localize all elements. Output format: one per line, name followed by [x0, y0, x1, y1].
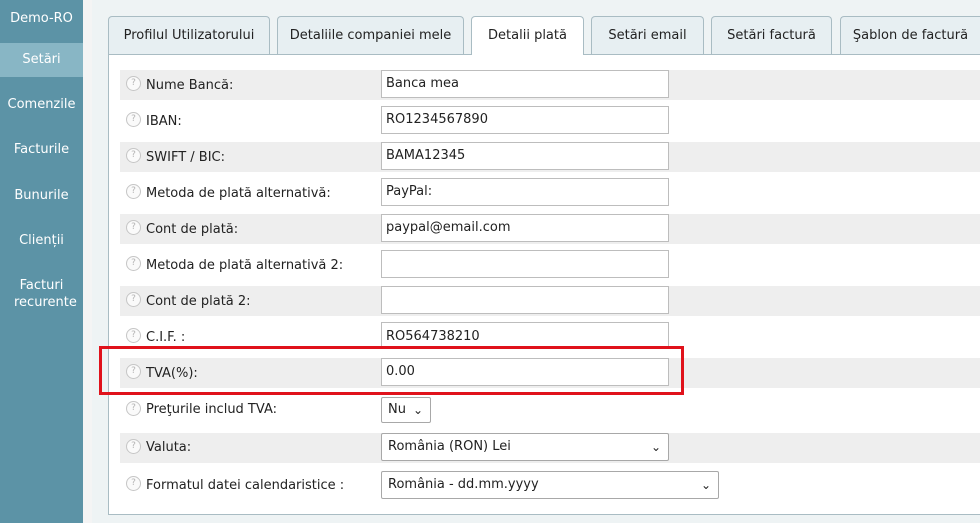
question-circle-icon[interactable]: ?	[126, 256, 141, 271]
sidebar: Demo-RO Setări Comenzile Facturile Bunur…	[0, 0, 83, 523]
payment-account-label: Cont de plată:	[146, 222, 239, 237]
question-circle-icon[interactable]: ?	[126, 328, 141, 343]
bank-name-input[interactable]: Banca mea	[381, 70, 669, 98]
bank-name-label: Nume Bancă:	[146, 78, 234, 93]
question-circle-icon[interactable]: ?	[126, 112, 141, 127]
tab-detalii-plata[interactable]: Detalii plată	[471, 16, 584, 55]
tab-profilul-utilizatorului[interactable]: Profilul Utilizatorului	[108, 16, 270, 54]
tab-sablon-factura[interactable]: Şablon de factură	[840, 16, 980, 54]
alt-method-label: Metoda de plată alternativă:	[146, 186, 331, 201]
question-circle-icon[interactable]: ?	[126, 76, 141, 91]
sidebar-item-setari[interactable]: Setări	[0, 43, 83, 77]
question-circle-icon[interactable]: ?	[126, 401, 141, 416]
prices-include-vat-label: Preţurile includ TVA:	[146, 402, 277, 417]
tab-detaliile-companiei[interactable]: Detaliile companiei mele	[277, 16, 464, 54]
prices-include-vat-value: Nu	[388, 402, 406, 417]
alt-method-2-label: Metoda de plată alternativă 2:	[146, 258, 344, 273]
swift-input[interactable]: BAMA12345	[381, 142, 669, 170]
question-circle-icon[interactable]: ?	[126, 439, 141, 454]
chevron-down-icon: ⌄	[650, 440, 661, 454]
question-circle-icon[interactable]: ?	[126, 184, 141, 199]
iban-label: IBAN:	[146, 114, 182, 129]
sidebar-item-bunurile[interactable]: Bunurile	[0, 187, 83, 204]
currency-label: Valuta:	[146, 440, 192, 455]
alt-method-input[interactable]: PayPal:	[381, 178, 669, 206]
chevron-down-icon: ⌄	[700, 478, 711, 492]
date-format-label: Formatul datei calendaristice :	[146, 478, 345, 493]
vat-highlight-box	[99, 346, 684, 395]
currency-select[interactable]: România (RON) Lei ⌄	[381, 433, 669, 461]
payment-account-2-label: Cont de plată 2:	[146, 294, 251, 309]
chevron-down-icon: ⌄	[412, 403, 423, 417]
prices-include-vat-select[interactable]: Nu ⌄	[381, 397, 431, 423]
alt-method-2-input[interactable]	[381, 250, 669, 278]
payment-account-input[interactable]: paypal@email.com	[381, 214, 669, 242]
sidebar-item-facturi-recurente[interactable]: Facturi recurente	[0, 277, 83, 311]
sidebar-gutter	[83, 0, 92, 523]
cif-input[interactable]: RO564738210	[381, 322, 669, 346]
date-format-select[interactable]: România - dd.mm.yyyy ⌄	[381, 471, 719, 499]
date-format-value: România - dd.mm.yyyy	[388, 477, 539, 492]
tab-setari-factura[interactable]: Setări factură	[711, 16, 832, 54]
payment-account-2-input[interactable]	[381, 286, 669, 314]
question-circle-icon[interactable]: ?	[126, 292, 141, 307]
sidebar-item-comenzile[interactable]: Comenzile	[0, 96, 83, 113]
question-circle-icon[interactable]: ?	[126, 148, 141, 163]
swift-label: SWIFT / BIC:	[146, 150, 225, 165]
question-circle-icon[interactable]: ?	[126, 220, 141, 235]
sidebar-item-clientii[interactable]: Clienții	[0, 232, 83, 249]
sidebar-item-facturile[interactable]: Facturile	[0, 141, 83, 158]
tab-setari-email[interactable]: Setări email	[591, 16, 704, 54]
form-row-prices-include-vat: ? Preţurile includ TVA:	[120, 395, 980, 425]
brand-name[interactable]: Demo-RO	[0, 4, 83, 34]
iban-input[interactable]: RO1234567890	[381, 106, 669, 134]
currency-value: România (RON) Lei	[388, 439, 511, 454]
question-circle-icon[interactable]: ?	[126, 476, 141, 491]
